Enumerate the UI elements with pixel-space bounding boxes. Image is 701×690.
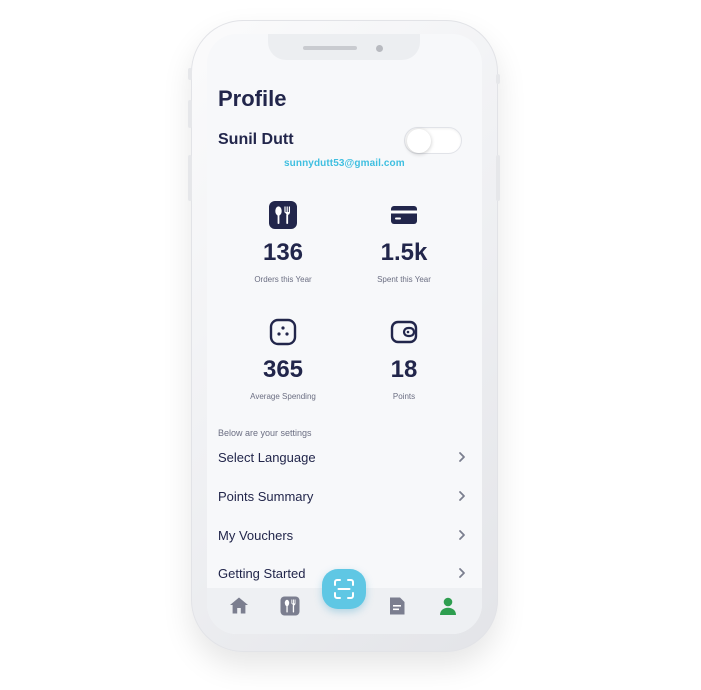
chevron-right-icon (459, 530, 465, 540)
home-icon[interactable] (228, 595, 250, 617)
menu-item-label: My Vouchers (218, 528, 294, 543)
utensils-icon (269, 201, 297, 229)
user-email: sunnydutt53@gmail.com (284, 158, 405, 169)
chevron-right-icon (459, 568, 465, 578)
user-name: Sunil Dutt (218, 131, 294, 148)
stat-label: Orders this Year (254, 275, 312, 284)
stat-value: 18 (390, 356, 418, 383)
menu-item-label: Select Language (218, 450, 316, 465)
moon-icon (441, 134, 447, 146)
credit-card-icon (391, 206, 417, 224)
stat-value: 136 (262, 239, 304, 266)
menu-item-my-vouchers[interactable]: My Vouchers (218, 526, 468, 550)
menu-item-label: Points Summary (218, 489, 314, 504)
power-button-top (496, 74, 500, 84)
stat-value: 365 (262, 356, 304, 383)
dark-mode-toggle[interactable] (404, 127, 462, 154)
scan-icon (334, 579, 354, 599)
front-camera (376, 45, 383, 52)
menu-item-select-language[interactable]: Select Language (218, 448, 468, 472)
menu-item-label: Getting Started (218, 566, 306, 581)
stat-label: Average Spending (250, 392, 316, 401)
page-title: Profile (218, 86, 287, 111)
stat-value: 1.5k (380, 239, 428, 266)
stat-label: Spent this Year (377, 275, 431, 284)
stat-label: Points (392, 392, 416, 401)
settings-hint: Below are your settings (218, 428, 312, 438)
average-icon (269, 318, 297, 346)
power-button (496, 155, 500, 201)
toggle-knob (407, 129, 431, 153)
mute-switch (188, 68, 192, 80)
chevron-right-icon (459, 452, 465, 462)
user-icon[interactable] (437, 595, 459, 617)
volume-up-button (188, 100, 192, 128)
document-icon[interactable] (386, 595, 408, 617)
chevron-right-icon (459, 491, 465, 501)
menu-item-points-summary[interactable]: Points Summary (218, 487, 468, 511)
utensils-icon[interactable] (279, 595, 301, 617)
speaker-grille (303, 46, 357, 50)
scan-button[interactable] (322, 569, 366, 609)
volume-down-button (188, 155, 192, 201)
wallet-icon (390, 320, 418, 344)
